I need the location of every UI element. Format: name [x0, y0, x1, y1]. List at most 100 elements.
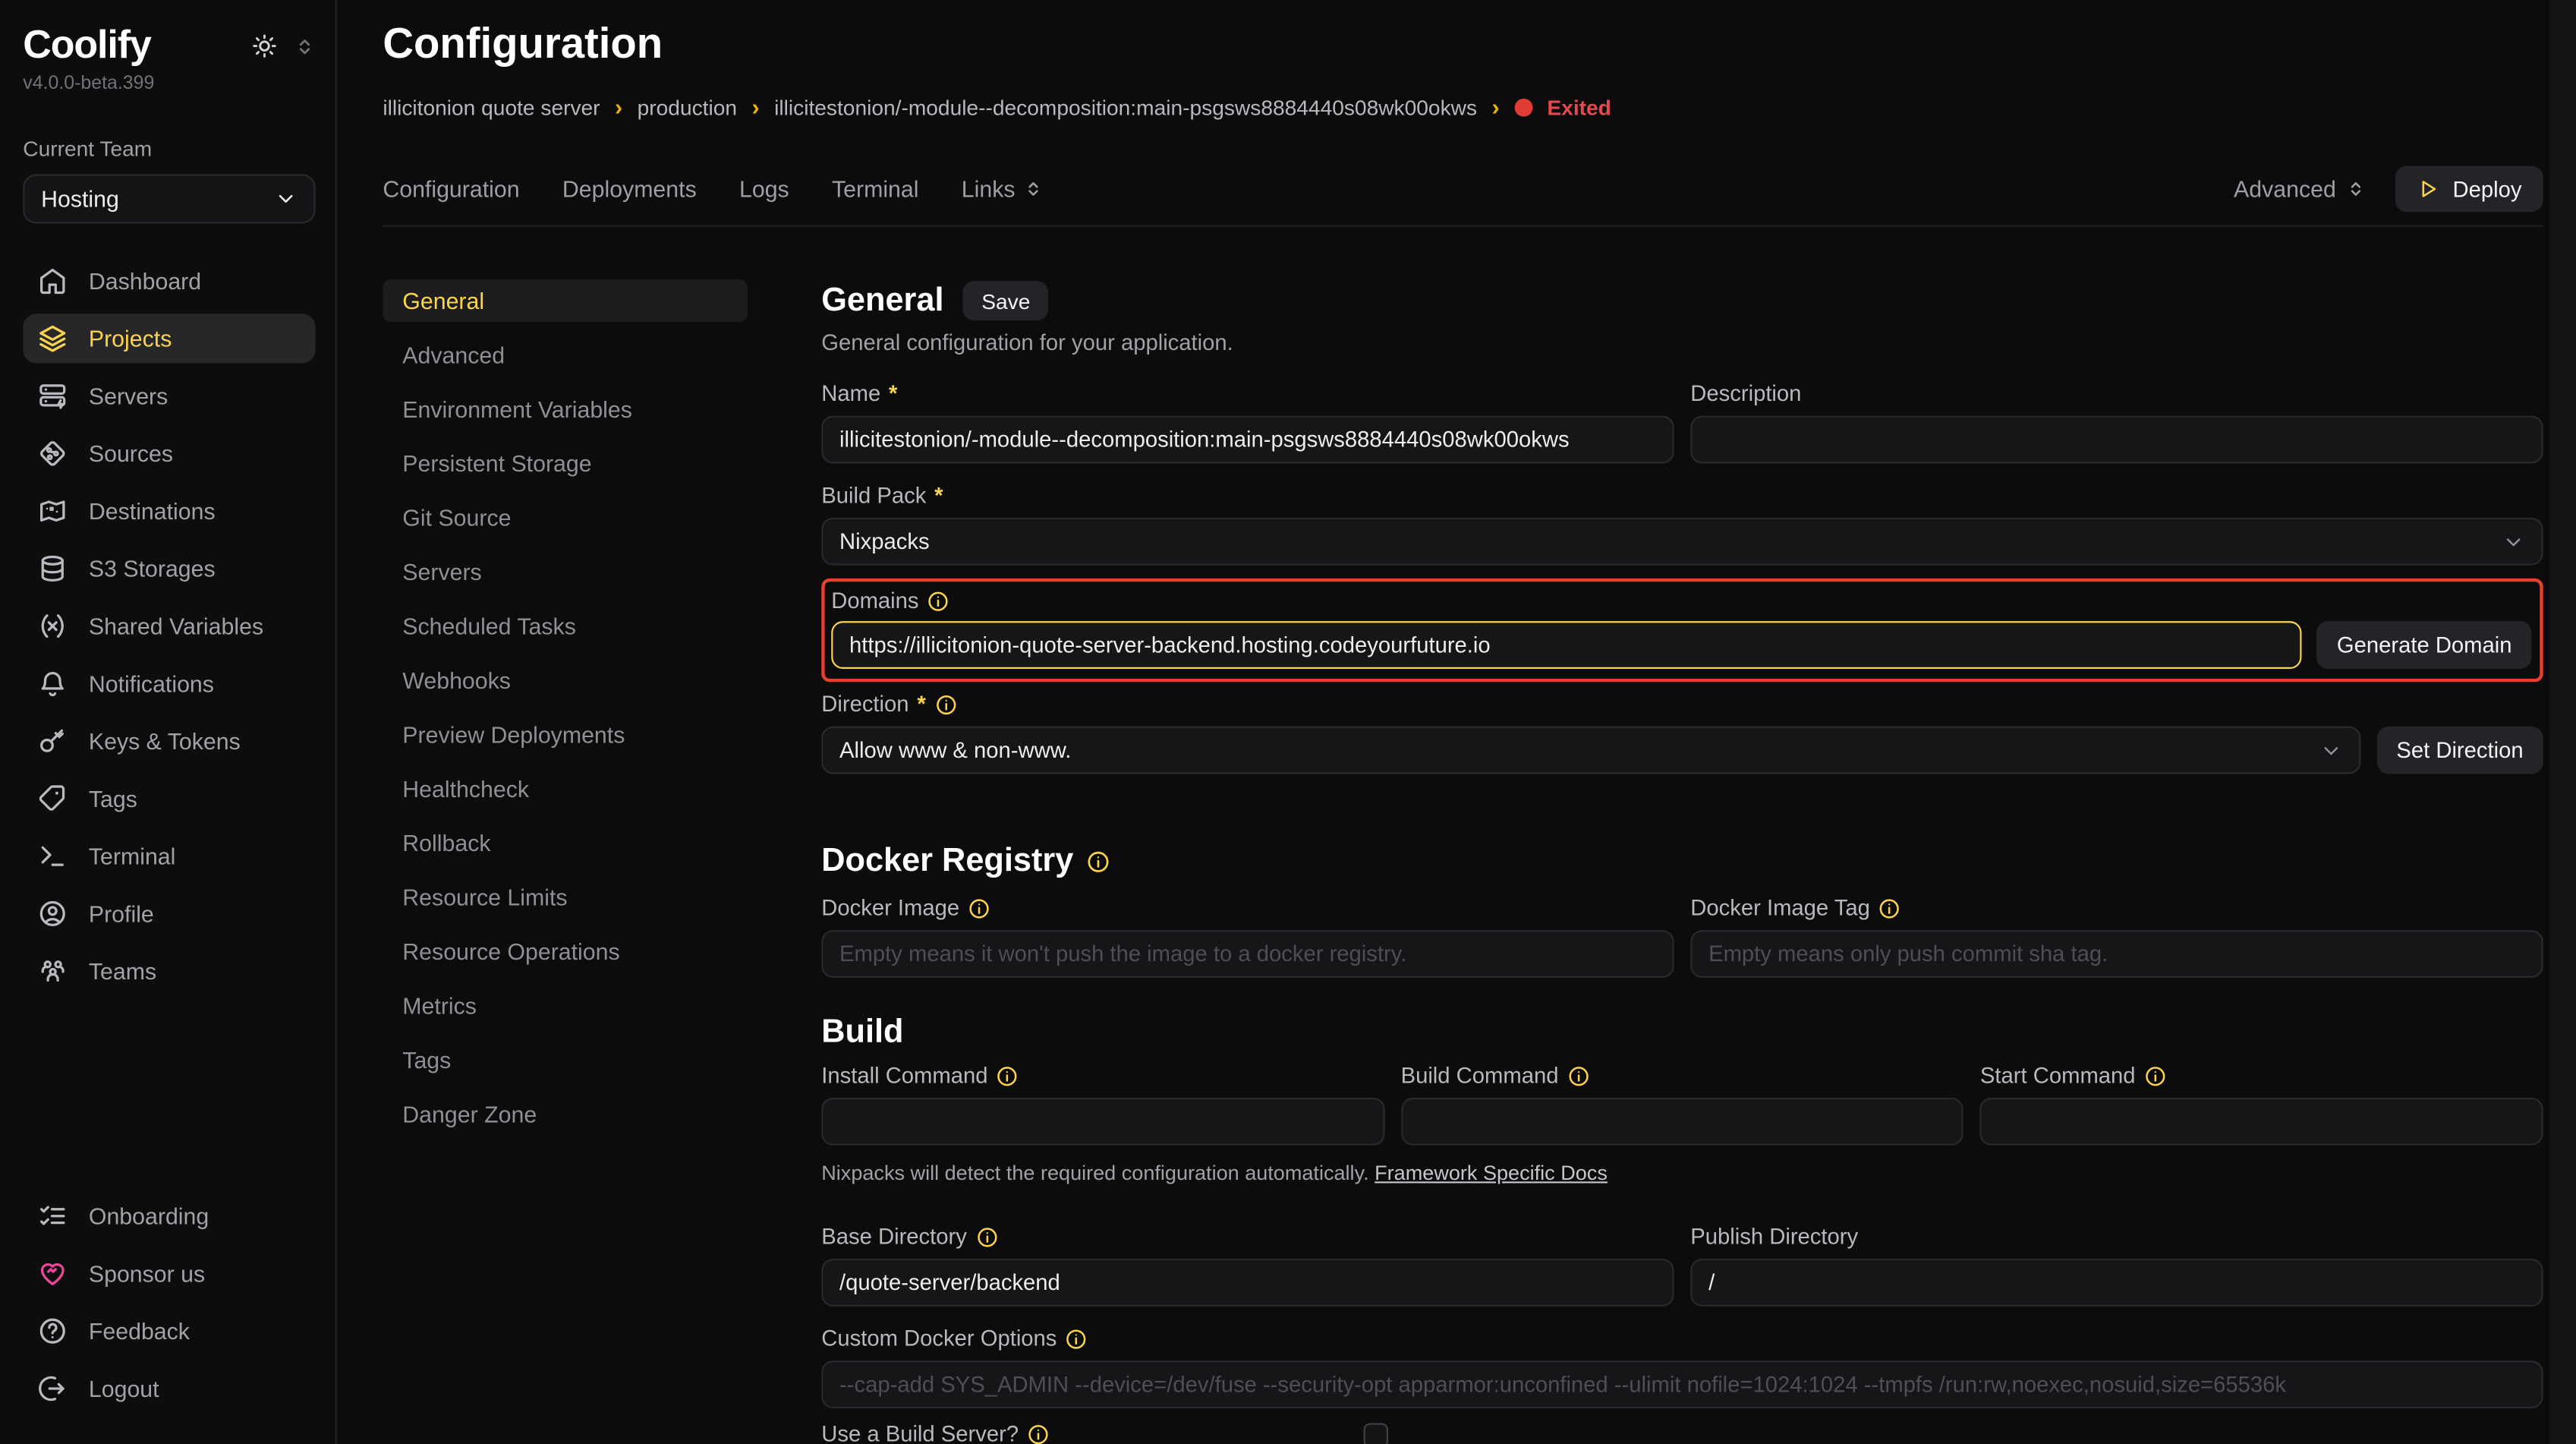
docker-image-tag-field: Docker Image Tag — [1690, 896, 2543, 978]
install-command-input[interactable] — [821, 1098, 1384, 1146]
sidebar-item-s3-storages[interactable]: S3 Storages — [23, 544, 315, 593]
info-icon[interactable] — [934, 693, 957, 716]
team-select-value: Hosting — [41, 186, 119, 213]
save-button[interactable]: Save — [963, 281, 1048, 320]
sidebar-item-logout[interactable]: Logout — [23, 1364, 315, 1414]
sidebar-item-shared-variables[interactable]: Shared Variables — [23, 601, 315, 651]
subnav-item-persistent-storage[interactable]: Persistent Storage — [383, 442, 748, 484]
tab-label: Logs — [739, 176, 789, 203]
subnav-item-healthcheck[interactable]: Healthcheck — [383, 768, 748, 810]
sidebar-item-keys-tokens[interactable]: Keys & Tokens — [23, 717, 315, 766]
sidebar-item-icon — [38, 611, 68, 641]
subnav-item-servers[interactable]: Servers — [383, 550, 748, 593]
install-command-label: Install Command — [821, 1063, 1384, 1089]
sidebar-header-icons — [251, 33, 315, 59]
use-build-server-checkbox[interactable] — [1364, 1422, 1388, 1444]
info-icon[interactable] — [1567, 1065, 1589, 1088]
tab-links[interactable]: Links — [962, 176, 1044, 203]
domains-highlight-box: Domains Generate Domain — [821, 579, 2543, 682]
subnav-item-label: Servers — [402, 559, 481, 585]
sidebar-item-notifications[interactable]: Notifications — [23, 659, 315, 708]
sidebar-item-icon — [38, 1201, 68, 1231]
build-command-input[interactable] — [1401, 1098, 1964, 1146]
info-icon[interactable] — [968, 897, 990, 920]
sidebar-item-teams[interactable]: Teams — [23, 947, 315, 996]
subnav-item-general[interactable]: General — [383, 279, 748, 322]
sidebar-item-label: Terminal — [89, 843, 176, 869]
custom-docker-options-input[interactable] — [821, 1360, 2543, 1408]
subnav-item-rollback[interactable]: Rollback — [383, 821, 748, 864]
subnav-item-tags[interactable]: Tags — [383, 1039, 748, 1081]
app-logo[interactable]: Coolify — [23, 23, 150, 69]
subnav-item-environment-variables[interactable]: Environment Variables — [383, 388, 748, 430]
sidebar-nav: Dashboard Projects Servers Sources — [23, 257, 315, 1004]
name-label: Name* — [821, 381, 1674, 408]
subnav-item-scheduled-tasks[interactable]: Scheduled Tasks — [383, 605, 748, 648]
deploy-button[interactable]: Deploy — [2395, 166, 2543, 213]
sidebar-item-label: Keys & Tokens — [89, 728, 241, 755]
sidebar-item-sources[interactable]: Sources — [23, 429, 315, 478]
base-directory-input[interactable] — [821, 1259, 1674, 1307]
tab-configuration[interactable]: Configuration — [383, 176, 519, 203]
font-size-selector-icon[interactable] — [294, 36, 315, 57]
generate-domain-button[interactable]: Generate Domain — [2317, 621, 2532, 669]
sidebar-item-icon — [38, 497, 68, 526]
publish-directory-input[interactable] — [1690, 1259, 2543, 1307]
info-icon[interactable] — [927, 590, 949, 613]
sidebar-item-projects[interactable]: Projects — [23, 314, 315, 363]
updown-chevron-icon — [2346, 179, 2366, 199]
subnav-item-danger-zone[interactable]: Danger Zone — [383, 1092, 748, 1135]
docker-image-input[interactable] — [821, 930, 1674, 978]
subnav-item-resource-limits[interactable]: Resource Limits — [383, 876, 748, 919]
subnav-item-webhooks[interactable]: Webhooks — [383, 659, 748, 702]
info-icon[interactable] — [975, 1226, 998, 1249]
info-icon[interactable] — [1027, 1423, 1050, 1444]
build-commands-row: Install Command Build Command — [821, 1063, 2543, 1145]
tab-logs[interactable]: Logs — [739, 176, 789, 203]
tab-deployments[interactable]: Deployments — [562, 176, 697, 203]
info-icon[interactable] — [996, 1065, 1019, 1088]
subnav-item-label: Advanced — [402, 342, 505, 368]
app-version: v4.0.0-beta.399 — [23, 74, 315, 93]
subnav-item-advanced[interactable]: Advanced — [383, 333, 748, 376]
direction-value: Allow www & non-www. — [839, 738, 1071, 762]
description-input[interactable] — [1690, 416, 2543, 464]
custom-docker-options-field: Custom Docker Options — [821, 1326, 2543, 1408]
info-icon[interactable] — [1878, 897, 1901, 920]
subnav-item-resource-operations[interactable]: Resource Operations — [383, 930, 748, 973]
sidebar-item-profile[interactable]: Profile — [23, 889, 315, 938]
framework-docs-link[interactable]: Framework Specific Docs — [1375, 1162, 1608, 1184]
sidebar-footer-nav: Onboarding Sponsor us Feedback Logout — [23, 1191, 315, 1421]
subnav-item-label: Resource Limits — [402, 884, 567, 911]
info-icon[interactable] — [1087, 849, 1111, 873]
info-icon[interactable] — [1065, 1328, 1088, 1351]
theme-toggle-icon[interactable] — [251, 33, 278, 59]
direction-select[interactable]: Allow www & non-www. — [821, 727, 2360, 774]
sidebar-item-tags[interactable]: Tags — [23, 774, 315, 823]
sidebar-item-servers[interactable]: Servers — [23, 371, 315, 421]
name-input[interactable] — [821, 416, 1674, 464]
subnav-item-git-source[interactable]: Git Source — [383, 497, 748, 539]
domains-input[interactable] — [831, 621, 2302, 669]
info-icon[interactable] — [2143, 1065, 2166, 1088]
sidebar-item-terminal[interactable]: Terminal — [23, 831, 315, 881]
sidebar-item-destinations[interactable]: Destinations — [23, 487, 315, 536]
sidebar-item-dashboard[interactable]: Dashboard — [23, 257, 315, 306]
subnav-item-metrics[interactable]: Metrics — [383, 985, 748, 1027]
build-pack-select[interactable]: Nixpacks — [821, 518, 2543, 566]
docker-image-tag-input[interactable] — [1690, 930, 2543, 978]
direction-field: Direction* Allow www & non-www. Set Dire… — [821, 692, 2543, 774]
sidebar-item-sponsor-us[interactable]: Sponsor us — [23, 1249, 315, 1298]
sidebar-item-feedback[interactable]: Feedback — [23, 1307, 315, 1356]
team-select[interactable]: Hosting — [23, 174, 315, 223]
breadcrumb-environment[interactable]: production — [638, 96, 737, 120]
scrollbar-track[interactable] — [2549, 0, 2576, 1444]
breadcrumb-project[interactable]: illicitonion quote server — [383, 96, 600, 120]
sidebar-item-onboarding[interactable]: Onboarding — [23, 1191, 315, 1241]
breadcrumb-application[interactable]: illicitestonion/-module--decomposition:m… — [774, 96, 1477, 120]
tab-terminal[interactable]: Terminal — [832, 176, 919, 203]
subnav-item-preview-deployments[interactable]: Preview Deployments — [383, 713, 748, 755]
set-direction-button[interactable]: Set Direction — [2376, 727, 2543, 774]
advanced-menu[interactable]: Advanced — [2234, 176, 2366, 203]
start-command-input[interactable] — [1980, 1098, 2543, 1146]
